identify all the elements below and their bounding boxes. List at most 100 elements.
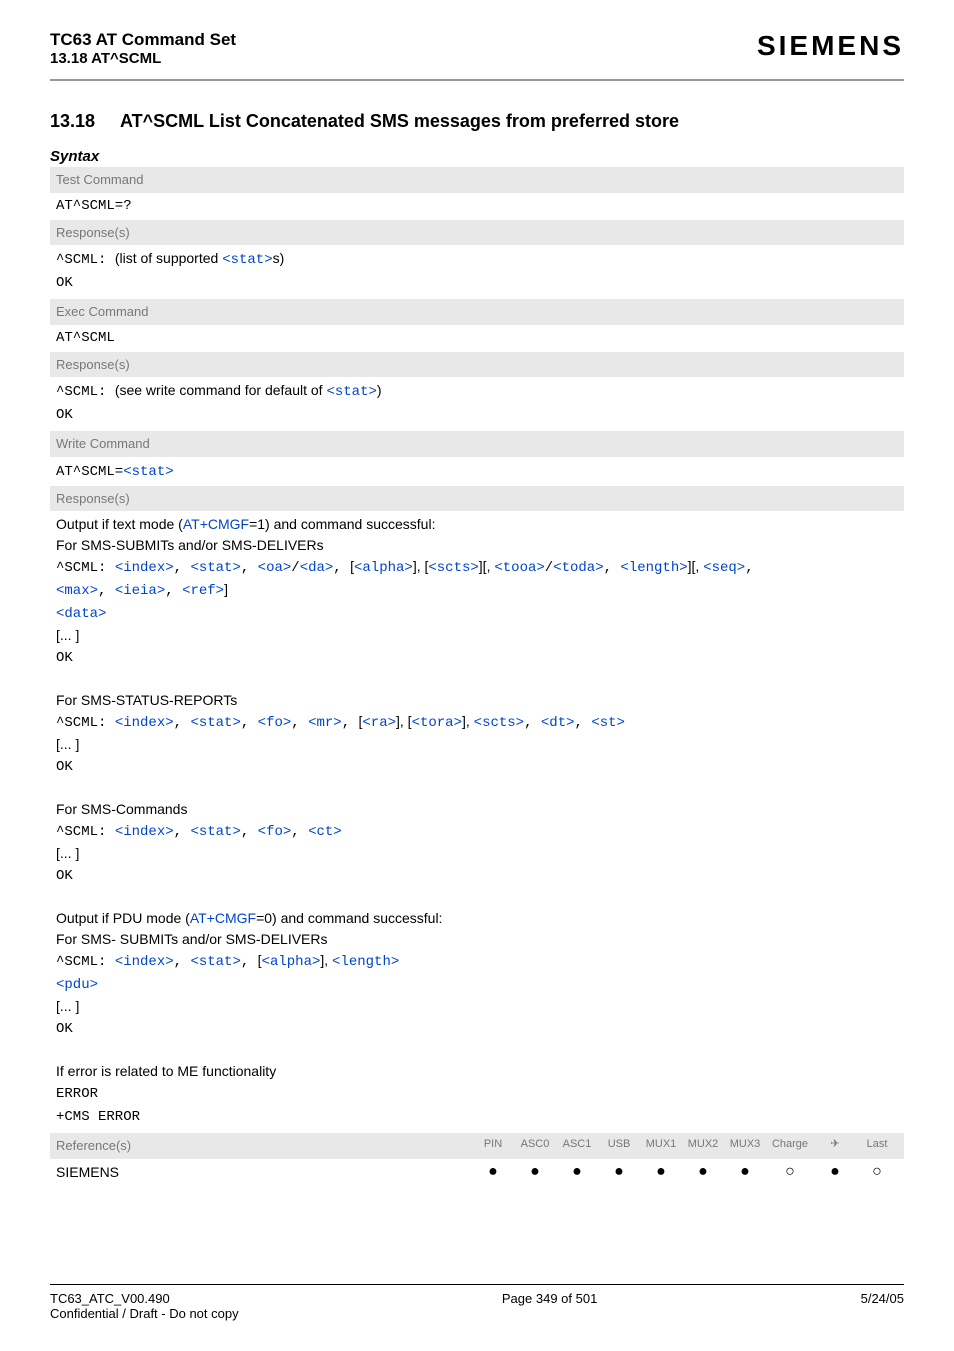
col-mux1: MUX1	[640, 1136, 682, 1153]
ok: OK	[56, 1021, 73, 1037]
resp-prefix: ^SCML:	[56, 384, 115, 400]
p-alpha[interactable]: <alpha>	[262, 954, 321, 970]
txt: Output if PDU mode (	[56, 910, 190, 926]
dot: ●	[682, 1163, 724, 1181]
p-oa[interactable]: <oa>	[258, 560, 292, 576]
txt: If error is related to ME functionality	[56, 1063, 276, 1079]
p-tooa[interactable]: <tooa>	[494, 560, 544, 576]
dot: ●	[514, 1163, 556, 1181]
resp-text: (see write command for default of	[115, 382, 327, 398]
response-label: Response(s)	[50, 486, 904, 512]
p-da[interactable]: <da>	[300, 560, 334, 576]
p-fo[interactable]: <fo>	[258, 715, 292, 731]
dot: ●	[724, 1163, 766, 1181]
reference-label: Reference(s)	[56, 1136, 472, 1156]
p-tora[interactable]: <tora>	[412, 715, 462, 731]
param-stat[interactable]: <stat>	[222, 252, 272, 268]
col-usb: USB	[598, 1136, 640, 1153]
section-title: AT^SCML List Concatenated SMS messages f…	[120, 111, 679, 132]
reference-block: Reference(s) PIN ASC0 ASC1 USB MUX1 MUX2…	[50, 1133, 904, 1185]
brand-logo: SIEMENS	[757, 30, 904, 62]
param-stat[interactable]: <stat>	[326, 384, 376, 400]
p-ieia[interactable]: <ieia>	[115, 583, 165, 599]
ellipsis: [... ]	[56, 998, 79, 1014]
exec-command-label: Exec Command	[50, 299, 904, 325]
page-header: TC63 AT Command Set 13.18 AT^SCML SIEMEN…	[50, 30, 904, 81]
p-pdu[interactable]: <pdu>	[56, 977, 98, 993]
txt: For SMS-STATUS-REPORTs	[56, 692, 237, 708]
exec-command-block: Exec Command AT^SCML Response(s) ^SCML: …	[50, 299, 904, 429]
p-mr[interactable]: <mr>	[308, 715, 342, 731]
ellipsis: [... ]	[56, 736, 79, 752]
p-stat[interactable]: <stat>	[190, 824, 240, 840]
p-ra[interactable]: <ra>	[362, 715, 396, 731]
col-pin: PIN	[472, 1136, 514, 1153]
test-command-label: Test Command	[50, 167, 904, 193]
p-ct[interactable]: <ct>	[308, 824, 342, 840]
footer-confidential: Confidential / Draft - Do not copy	[50, 1306, 239, 1321]
col-asc1: ASC1	[556, 1136, 598, 1153]
p-index[interactable]: <index>	[115, 715, 174, 731]
p-length[interactable]: <length>	[620, 560, 687, 576]
footer-page: Page 349 of 501	[502, 1291, 597, 1321]
link-atcmgf[interactable]: AT+CMGF	[183, 516, 249, 532]
section-number: 13.18	[50, 111, 120, 132]
test-response: ^SCML: (list of supported <stat>s) OK	[50, 245, 904, 297]
dot: ●	[472, 1163, 514, 1181]
p-index[interactable]: <index>	[115, 824, 174, 840]
write-command-block: Write Command AT^SCML=<stat> Response(s)…	[50, 431, 904, 1131]
col-charge: Charge	[766, 1136, 814, 1153]
reference-vendor: SIEMENS	[56, 1164, 472, 1180]
p-toda[interactable]: <toda>	[553, 560, 603, 576]
p-max[interactable]: <max>	[56, 583, 98, 599]
p-data[interactable]: <data>	[56, 606, 106, 622]
txt: =1) and command successful:	[249, 516, 435, 532]
col-mux2: MUX2	[682, 1136, 724, 1153]
resp-prefix: ^SCML:	[56, 560, 115, 576]
p-fo[interactable]: <fo>	[258, 824, 292, 840]
p-ref[interactable]: <ref>	[182, 583, 224, 599]
ellipsis: [... ]	[56, 627, 79, 643]
p-stat[interactable]: <stat>	[190, 560, 240, 576]
resp-prefix: ^SCML:	[56, 954, 115, 970]
resp-prefix: ^SCML:	[56, 715, 115, 731]
resp-suffix: )	[377, 382, 382, 398]
p-scts[interactable]: <scts>	[474, 715, 524, 731]
syntax-label: Syntax	[50, 148, 904, 165]
doc-title: TC63 AT Command Set	[50, 30, 236, 50]
p-length[interactable]: <length>	[332, 954, 399, 970]
write-command-label: Write Command	[50, 431, 904, 457]
p-scts[interactable]: <scts>	[428, 560, 478, 576]
resp-text: (list of supported	[115, 250, 222, 266]
col-asc0: ASC0	[514, 1136, 556, 1153]
test-command: AT^SCML=?	[50, 193, 904, 220]
p-dt[interactable]: <dt>	[541, 715, 575, 731]
p-st[interactable]: <st>	[591, 715, 625, 731]
p-seq[interactable]: <seq>	[703, 560, 745, 576]
dot: ●	[640, 1163, 682, 1181]
param-stat[interactable]: <stat>	[123, 464, 173, 480]
cmd-prefix: AT^SCML=	[56, 464, 123, 480]
ok: OK	[56, 407, 73, 423]
link-atcmgf[interactable]: AT+CMGF	[190, 910, 256, 926]
col-mux3: MUX3	[724, 1136, 766, 1153]
ok: OK	[56, 275, 73, 291]
ok: OK	[56, 759, 73, 775]
footer-version: TC63_ATC_V00.490	[50, 1291, 239, 1306]
p-index[interactable]: <index>	[115, 560, 174, 576]
resp-suffix: s)	[273, 250, 285, 266]
error: ERROR	[56, 1086, 98, 1102]
p-alpha[interactable]: <alpha>	[354, 560, 413, 576]
p-stat[interactable]: <stat>	[190, 954, 240, 970]
p-index[interactable]: <index>	[115, 954, 174, 970]
p-stat[interactable]: <stat>	[190, 715, 240, 731]
footer-date: 5/24/05	[861, 1291, 904, 1321]
exec-response: ^SCML: (see write command for default of…	[50, 377, 904, 429]
dot: ●	[598, 1163, 640, 1181]
resp-prefix: ^SCML:	[56, 252, 115, 268]
resp-prefix: ^SCML:	[56, 824, 115, 840]
txt: For SMS- SUBMITs and/or SMS-DELIVERs	[56, 931, 328, 947]
dot: ●	[814, 1163, 856, 1181]
write-command: AT^SCML=<stat>	[50, 457, 904, 486]
ok: OK	[56, 868, 73, 884]
